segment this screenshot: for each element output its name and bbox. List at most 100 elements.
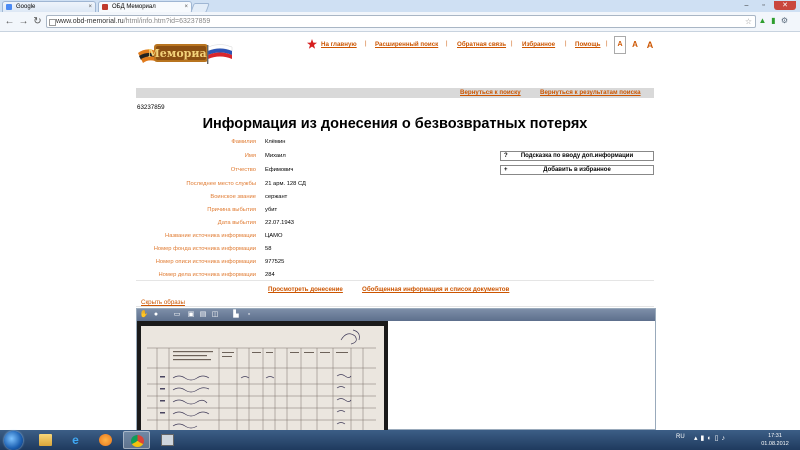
nav-separator: | xyxy=(365,41,367,47)
taskbar xyxy=(0,430,800,450)
save-icon[interactable]: ▫ xyxy=(244,310,254,319)
two-pages-icon[interactable]: ▤ xyxy=(198,310,208,319)
start-button[interactable] xyxy=(4,431,23,450)
field-value-file-number: 284 xyxy=(265,272,275,278)
taskbar-media-player-button[interactable] xyxy=(92,431,119,449)
print-icon[interactable]: ▙ xyxy=(231,310,241,319)
tab-label: ОБД Мемориал xyxy=(112,4,156,10)
taskbar-app-button[interactable] xyxy=(154,431,181,449)
taskbar-explorer-button[interactable] xyxy=(32,431,59,449)
font-size-small-button[interactable]: A xyxy=(614,36,626,54)
clock[interactable]: 17:31 01.08.2012 xyxy=(752,432,798,448)
divider xyxy=(136,306,654,307)
url-path: /html/info.htm?id=63237859 xyxy=(123,18,211,25)
url-host: www.obd-memorial.ru xyxy=(56,18,124,25)
nav-favorites-link[interactable]: Избранное xyxy=(522,41,555,48)
add-to-favorites-button[interactable]: + Добавить в избранное xyxy=(500,165,654,175)
fit-width-icon[interactable]: ▭ xyxy=(172,310,182,319)
record-id: 63237859 xyxy=(137,104,165,111)
field-label-inventory-number: Номер описи источника информации xyxy=(155,259,256,265)
field-label-date: Дата выбытия xyxy=(217,220,256,226)
fit-page-icon[interactable]: ▣ xyxy=(186,310,196,319)
memorial-favicon-icon xyxy=(102,4,108,10)
google-favicon-icon xyxy=(6,4,12,10)
bookmark-star-icon[interactable]: ☆ xyxy=(745,16,752,27)
field-label-surname: Фамилия xyxy=(231,139,256,145)
tab-google[interactable]: Google × xyxy=(2,1,96,12)
field-value-inventory-number: 977525 xyxy=(265,259,285,265)
input-hint-button[interactable]: ? Подсказка по вводу доп.информации xyxy=(500,151,654,161)
hide-images-link[interactable]: Скрыть образы xyxy=(141,299,185,306)
field-label-fund-number: Номер фонда источника информации xyxy=(153,246,256,252)
reload-icon[interactable]: ↻ xyxy=(31,15,44,28)
memorial-logo[interactable]: Мемориал xyxy=(136,38,234,66)
field-value-last-service-place: 21 арм. 128 СД xyxy=(265,181,306,187)
add-to-favorites-label: Добавить в избранное xyxy=(543,167,611,173)
divider xyxy=(136,280,654,281)
font-size-medium-button[interactable]: A xyxy=(629,36,641,54)
field-label-reason: Причина выбытия xyxy=(207,207,256,213)
field-value-patronymic: Ефимович xyxy=(265,167,294,173)
clock-date: 01.08.2012 xyxy=(761,441,789,447)
svg-text:Мемориал: Мемориал xyxy=(148,47,215,60)
nav-home-link[interactable]: На главную xyxy=(321,41,357,48)
back-arrow-icon[interactable]: ← xyxy=(3,15,16,28)
internet-explorer-icon: e xyxy=(72,433,79,447)
field-label-last-service-place: Последнее место службы xyxy=(186,181,256,187)
home-star-icon xyxy=(307,39,317,49)
field-value-rank: сержант xyxy=(265,194,288,200)
clock-time: 17:31 xyxy=(768,433,782,439)
font-size-large-button[interactable]: A xyxy=(644,36,656,54)
pan-hand-icon[interactable]: ✋ xyxy=(139,310,149,319)
tab-obd-memorial[interactable]: ОБД Мемориал × xyxy=(98,1,192,12)
nav-separator: | xyxy=(446,41,448,47)
tab-label: Google xyxy=(16,4,36,10)
taskbar-chrome-button[interactable] xyxy=(123,431,150,449)
extension-icon[interactable]: ▮ xyxy=(769,16,778,26)
folder-icon xyxy=(39,434,52,446)
field-label-name: Имя xyxy=(244,153,256,159)
field-value-fund-number: 58 xyxy=(265,246,272,252)
nav-separator: | xyxy=(511,41,513,47)
taskbar-ie-button[interactable]: e xyxy=(62,431,89,449)
back-to-results-link[interactable]: Вернуться к результатам поиска xyxy=(540,88,641,98)
field-label-patronymic: Отчество xyxy=(230,167,256,173)
view-report-link[interactable]: Просмотреть донесение xyxy=(268,286,343,293)
language-indicator[interactable]: RU xyxy=(676,434,685,440)
monitor-icon xyxy=(161,434,174,446)
field-value-reason: убит xyxy=(265,207,278,213)
document-scan-image[interactable] xyxy=(141,326,384,430)
field-label-source-name: Название источника информации xyxy=(165,233,256,239)
address-bar[interactable]: www.obd-memorial.ru/html/info.htm?id=632… xyxy=(46,15,756,28)
chrome-icon xyxy=(131,435,144,447)
media-player-icon xyxy=(99,434,112,446)
extension-icon[interactable]: ▲ xyxy=(758,16,767,26)
page-title: Информация из донесения о безвозвратных … xyxy=(202,116,588,132)
tray-icons[interactable]: ▴▮◐▯♪ xyxy=(694,434,754,444)
minimize-icon[interactable]: ‒ xyxy=(740,1,753,10)
forward-arrow-icon[interactable]: → xyxy=(17,15,30,28)
nav-feedback-link[interactable]: Обратная связь xyxy=(457,41,506,48)
close-tab-icon[interactable]: × xyxy=(88,2,92,12)
page-icon xyxy=(49,19,56,26)
close-tab-icon[interactable]: × xyxy=(184,2,188,12)
back-to-search-link[interactable]: Вернуться к поиску xyxy=(460,88,521,98)
field-value-surname: Клёмин xyxy=(265,139,286,145)
field-value-source-name: ЦАМО xyxy=(265,233,283,239)
document-scan-drawing xyxy=(141,326,384,430)
maximize-icon[interactable]: ▫ xyxy=(757,1,770,10)
zoom-icon[interactable]: ● xyxy=(151,310,161,319)
nav-help-link[interactable]: Помощь xyxy=(575,41,600,48)
nav-separator: | xyxy=(606,41,608,47)
close-window-icon[interactable]: ✕ xyxy=(774,1,796,10)
nav-advanced-search-link[interactable]: Расширенный поиск xyxy=(375,41,438,48)
wrench-menu-icon[interactable]: ⚙ xyxy=(780,16,789,26)
field-label-rank: Воинское звание xyxy=(210,194,256,200)
nav-separator: | xyxy=(565,41,567,47)
field-value-date: 22.07.1943 xyxy=(265,220,295,226)
field-label-file-number: Номер дела источника информации xyxy=(158,272,256,278)
field-value-name: Михаил xyxy=(265,153,286,159)
book-view-icon[interactable]: ◫ xyxy=(210,310,220,319)
summary-documents-link[interactable]: Обобщенная информация и список документо… xyxy=(362,286,509,293)
input-hint-label: Подсказка по вводу доп.информации xyxy=(520,153,634,159)
